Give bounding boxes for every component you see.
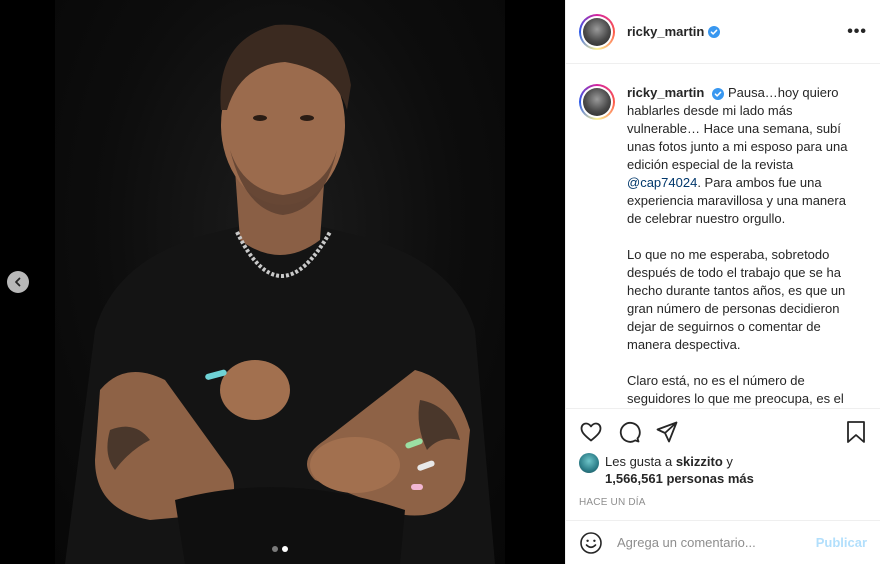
chevron-left-icon (15, 277, 21, 287)
man-portrait-illustration (65, 24, 495, 564)
verified-badge-icon (708, 87, 725, 100)
comment-icon[interactable] (617, 420, 641, 444)
carousel-prev-button[interactable] (7, 271, 29, 293)
author-username[interactable]: ricky_martin (627, 24, 704, 39)
bookmark-icon[interactable] (845, 420, 867, 444)
post-actions-section: Les gusta a skizzito y 1,566,561 persona… (566, 408, 880, 508)
heart-icon[interactable] (579, 420, 603, 444)
likes-conjunction: y (722, 454, 733, 469)
caption-username[interactable]: ricky_martin (627, 85, 704, 100)
caption-text: ricky_martin Pausa…hoy quiero hablarles … (627, 84, 857, 408)
carousel-dot-active (282, 546, 288, 552)
carousel-dot (272, 546, 278, 552)
comment-input[interactable] (617, 535, 816, 550)
post-comment-button[interactable]: Publicar (816, 535, 867, 550)
add-comment-bar: Publicar (566, 520, 880, 564)
post-timestamp[interactable]: HACE UN DÍA (579, 497, 867, 508)
more-options-icon[interactable]: ••• (847, 23, 867, 41)
post-photo[interactable] (55, 0, 505, 564)
liker-username[interactable]: skizzito (676, 454, 723, 469)
caption-scroll-area[interactable]: ricky_martin Pausa…hoy quiero hablarles … (566, 65, 880, 408)
caption-avatar[interactable] (579, 84, 615, 120)
emoji-icon[interactable] (579, 531, 603, 555)
liker-avatar[interactable] (579, 453, 599, 473)
caption-paragraph-3: Claro está, no es el número de seguidore… (627, 373, 844, 406)
carousel-indicator (272, 546, 288, 552)
likes-count[interactable]: 1,566,561 personas más (605, 471, 754, 486)
post-header: ricky_martin ••• (566, 0, 880, 64)
mention-link[interactable]: @cap74024 (627, 175, 697, 190)
likes-summary: Les gusta a skizzito y 1,566,561 persona… (579, 453, 867, 487)
caption: ricky_martin Pausa…hoy quiero hablarles … (579, 84, 867, 408)
caption-paragraph-2: Lo que no me esperaba, sobretodo después… (627, 247, 846, 352)
post-media[interactable] (0, 0, 565, 564)
share-icon[interactable] (655, 420, 679, 444)
author-avatar[interactable] (579, 13, 615, 50)
verified-badge-icon (708, 25, 721, 38)
action-bar (579, 409, 867, 455)
likes-prefix: Les gusta a (605, 454, 676, 469)
post-sidebar: ricky_martin ••• ricky_martin Pausa…hoy … (565, 0, 880, 564)
